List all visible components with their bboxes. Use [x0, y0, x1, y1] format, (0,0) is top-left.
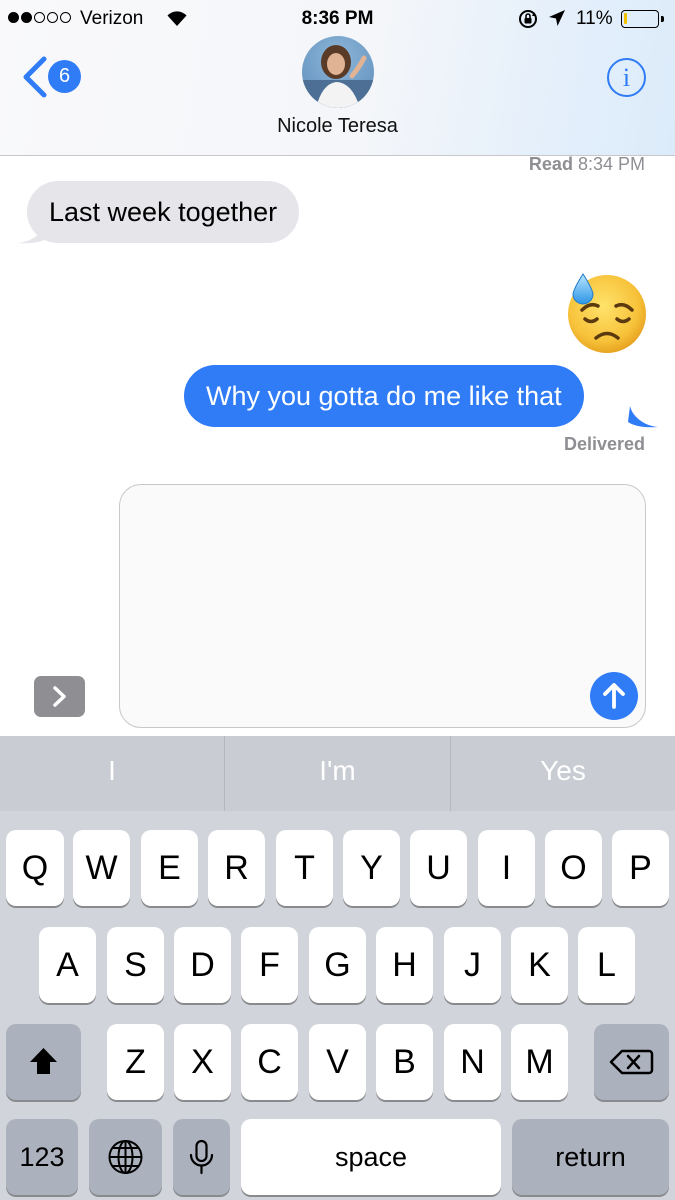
outgoing-message-bubble[interactable]: Why you gotta do me like that	[184, 365, 584, 427]
space-key[interactable]: space	[241, 1119, 501, 1195]
key-s[interactable]: S	[107, 927, 164, 1003]
read-receipt: Read 8:34 PM	[529, 154, 645, 175]
key-y[interactable]: Y	[343, 830, 400, 906]
avatar-photo	[302, 45, 374, 108]
navigation-header: Verizon 8:36 PM 11% 6 Nicole Teresa i	[0, 0, 675, 156]
suggestion-3[interactable]: Yes	[451, 736, 675, 811]
key-m[interactable]: M	[511, 1024, 568, 1100]
key-i[interactable]: I	[478, 830, 535, 906]
suggestion-2[interactable]: I'm	[225, 736, 450, 811]
key-x[interactable]: X	[174, 1024, 231, 1100]
battery-percent: 11%	[576, 8, 613, 29]
delivered-status: Delivered	[563, 434, 645, 454]
send-button[interactable]	[590, 672, 638, 720]
status-time: 8:36 PM	[301, 8, 374, 29]
key-a[interactable]: A	[39, 927, 96, 1003]
suggestion-1[interactable]: I	[0, 736, 224, 811]
globe-key[interactable]	[89, 1119, 162, 1195]
status-bar: Verizon 8:36 PM 11%	[0, 0, 675, 38]
key-l[interactable]: L	[578, 927, 635, 1003]
key-o[interactable]: O	[545, 830, 602, 906]
key-c[interactable]: C	[241, 1024, 298, 1100]
key-j[interactable]: J	[444, 927, 501, 1003]
message-input[interactable]	[119, 484, 646, 728]
expand-apps-button[interactable]	[34, 676, 85, 717]
location-arrow-icon	[549, 10, 565, 26]
downcast-face-with-sweat-emoji[interactable]	[566, 272, 648, 354]
key-r[interactable]: R	[208, 830, 265, 906]
incoming-message-bubble[interactable]: Last week together	[27, 181, 300, 243]
shift-key[interactable]	[6, 1024, 81, 1100]
globe-icon	[108, 1140, 143, 1174]
expand-chevron-icon	[53, 686, 66, 707]
key-t[interactable]: T	[276, 830, 333, 906]
backspace-key[interactable]	[594, 1024, 669, 1100]
numbers-key[interactable]: 123	[6, 1119, 78, 1195]
back-chevron-icon	[23, 56, 47, 98]
key-p[interactable]: P	[612, 830, 669, 906]
contact-name[interactable]: Nicole Teresa	[0, 115, 675, 138]
key-f[interactable]: F	[241, 927, 298, 1003]
microphone-icon	[189, 1139, 214, 1175]
key-d[interactable]: D	[174, 927, 231, 1003]
back-button[interactable]: 6	[20, 56, 86, 100]
key-w[interactable]: W	[73, 830, 130, 906]
key-k[interactable]: K	[511, 927, 568, 1003]
backspace-icon	[609, 1049, 654, 1075]
key-u[interactable]: U	[410, 830, 467, 906]
unread-count-badge: 6	[48, 60, 81, 93]
key-v[interactable]: V	[309, 1024, 366, 1100]
predictive-bar: I I'm Yes	[0, 736, 675, 811]
key-g[interactable]: G	[309, 927, 366, 1003]
shift-icon	[30, 1048, 57, 1074]
send-arrow-icon	[603, 683, 625, 709]
outgoing-bubble-tail	[628, 406, 658, 428]
key-n[interactable]: N	[444, 1024, 501, 1100]
key-z[interactable]: Z	[107, 1024, 164, 1100]
key-b[interactable]: B	[376, 1024, 433, 1100]
return-key[interactable]: return	[512, 1119, 669, 1195]
key-h[interactable]: H	[376, 927, 433, 1003]
keyboard: I I'm Yes Q W E R T Y U I O P A S D F G …	[0, 736, 675, 1200]
contact-avatar[interactable]	[302, 36, 374, 108]
key-q[interactable]: Q	[6, 830, 64, 906]
key-e[interactable]: E	[141, 830, 198, 906]
info-icon[interactable]: i	[607, 58, 646, 97]
battery-icon	[621, 10, 664, 28]
microphone-key[interactable]	[173, 1119, 230, 1195]
rotation-lock-icon	[519, 10, 537, 28]
read-time: 8:34 PM	[577, 154, 645, 174]
read-label: Read	[528, 154, 573, 174]
